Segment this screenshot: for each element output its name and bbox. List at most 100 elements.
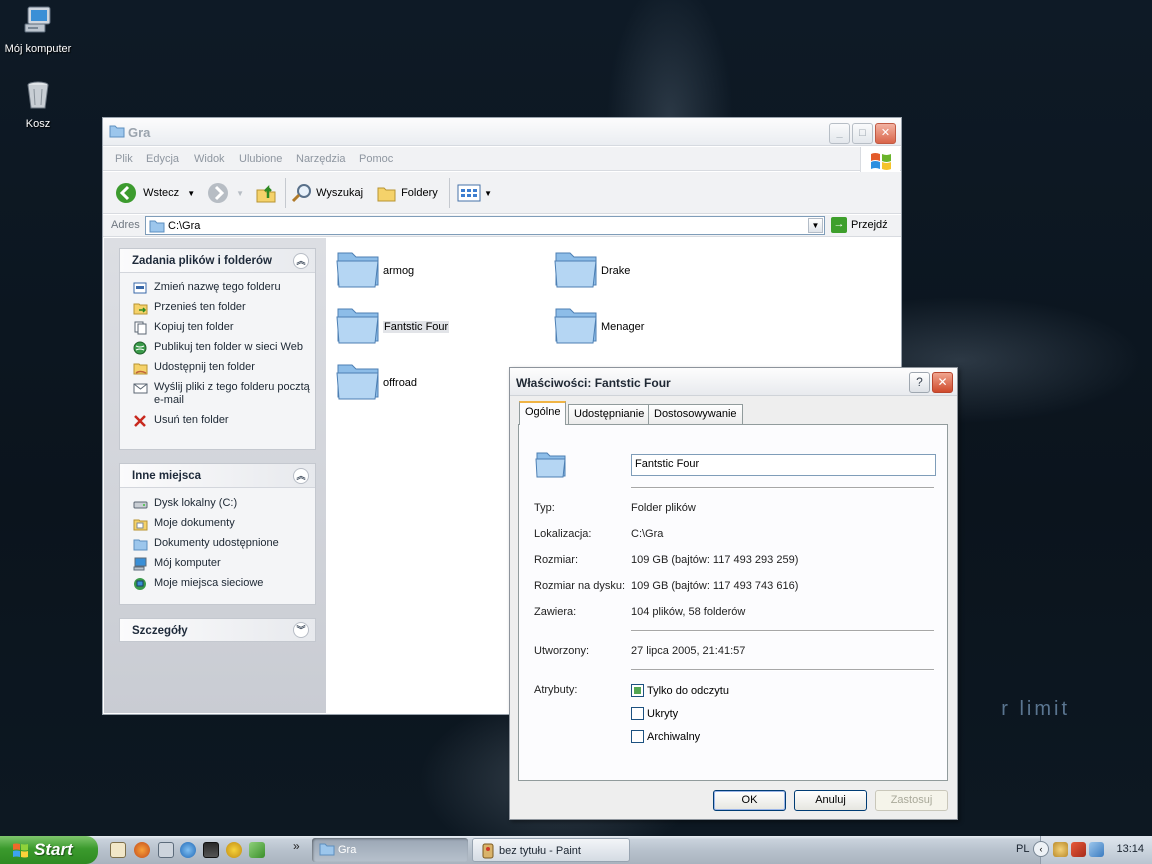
desktop-icon-my-computer[interactable]: Mój komputer [0,4,78,55]
folders-button[interactable]: Foldery [376,183,438,203]
show-hidden-icons-button[interactable]: ‹ [1033,841,1049,857]
menu-favorites[interactable]: Ulubione [239,153,282,165]
task-email-files[interactable]: Wyślij pliki z tego folderu pocztą e-mai… [120,381,315,407]
attributes-label: Atrybuty: [534,684,578,696]
taskbar-item-paint[interactable]: bez tytułu - Paint [472,838,630,862]
place-local-disk[interactable]: Dysk lokalny (C:) [120,497,315,510]
created-label: Utworzony: [534,645,590,657]
search-button[interactable]: Wyszukaj [291,183,363,203]
firefox-icon[interactable] [134,842,150,858]
tray-network-icon[interactable] [1089,842,1104,857]
views-button[interactable]: ▼ [457,183,492,203]
drive-icon [133,501,148,509]
hidden-checkbox[interactable] [631,707,644,720]
type-label: Typ: [534,502,555,514]
chevron-down-icon: ▼ [484,188,492,198]
close-button[interactable]: ✕ [875,123,896,144]
readonly-checkbox[interactable] [631,684,644,697]
folder-icon [133,539,148,551]
menu-tools[interactable]: Narzędzia [296,153,346,165]
collapse-icon[interactable]: ︽ [293,253,309,269]
hidden-label: Ukryty [647,708,679,720]
menu-file[interactable]: Plik [115,153,133,165]
place-my-documents[interactable]: Moje dokumenty [120,517,315,531]
tray-app-icon[interactable] [1053,842,1068,857]
quicklaunch-app-icon[interactable] [249,842,265,858]
rename-icon [133,282,147,294]
expand-icon[interactable]: ︾ [293,622,309,638]
other-places-header[interactable]: Inne miejsca ︽ [120,464,315,488]
forward-button[interactable]: ▼ [207,182,244,204]
folder-icon [319,843,335,856]
chevron-down-icon[interactable]: ▼ [187,189,195,198]
computer-icon [24,6,51,33]
created-value: 27 lipca 2005, 21:41:57 [631,645,746,657]
menu-edit[interactable]: Edycja [146,153,179,165]
desktop-icon-label: Kosz [25,118,51,130]
go-button[interactable]: → Przejdź [831,217,888,233]
taskbar-item-gra[interactable]: Gra [312,838,468,862]
task-share-folder[interactable]: Udostępnij ten folder [120,361,315,375]
apply-button[interactable]: Zastosuj [875,790,948,811]
calculator-icon[interactable] [158,842,174,858]
tab-sharing[interactable]: Udostępnianie [568,404,651,424]
properties-dialog: Właściwości: Fantstic Four ? ✕ Ogólne Ud… [509,367,958,820]
task-publish-web[interactable]: Publikuj ten folder w sieci Web [120,341,315,355]
collapse-icon[interactable]: ︽ [293,468,309,484]
general-tab-page: Fantstic Four Typ: Folder plików Lokaliz… [518,424,948,781]
minimize-button[interactable]: _ [829,123,850,144]
toolbar: Wstecz ▼ ▼ Wyszukaj Foldery ▼ [103,172,901,214]
other-places-panel: Inne miejsca ︽ Dysk lokalny (C:) Moje do… [119,463,316,605]
folder-icon [554,308,597,344]
task-rename-folder[interactable]: Zmień nazwę tego folderu [120,281,315,294]
file-tasks-header[interactable]: Zadania plików i folderów ︽ [120,249,315,273]
chevron-down-icon: ▼ [236,188,244,198]
language-indicator[interactable]: PL [1016,843,1029,855]
menu-help[interactable]: Pomoc [359,153,393,165]
menu-view[interactable]: Widok [194,153,225,165]
task-move-folder[interactable]: Przenieś ten folder [120,301,315,315]
chevron-right-icon[interactable]: » [293,839,300,853]
explorer-title: Gra [128,125,151,140]
internet-explorer-icon[interactable] [180,842,196,858]
contains-label: Zawiera: [534,606,577,618]
archive-checkbox[interactable] [631,730,644,743]
share-folder-icon [133,363,148,375]
details-header[interactable]: Szczegóły ︾ [120,619,315,641]
help-button[interactable]: ? [909,372,930,393]
winamp-icon[interactable] [226,842,242,858]
start-button[interactable]: Start [0,836,98,864]
clock[interactable]: 13:14 [1116,843,1144,855]
tab-general[interactable]: Ogólne [519,401,567,425]
address-dropdown-button[interactable]: ▼ [808,218,823,233]
recycle-bin-icon [27,81,49,109]
address-input[interactable]: C:\Gra ▼ [145,216,825,235]
computer-icon [133,557,147,571]
desktop-icon-recycle-bin[interactable]: Kosz [0,79,78,130]
media-player-icon[interactable] [203,842,219,858]
desktop-icon-label: Mój komputer [4,43,72,55]
folder-name-input[interactable]: Fantstic Four [631,454,936,476]
forward-arrow-icon [208,183,228,203]
place-shared-documents[interactable]: Dokumenty udostępnione [120,537,315,551]
back-button[interactable]: Wstecz ▼ [115,182,195,204]
place-my-computer[interactable]: Mój komputer [120,557,315,571]
task-copy-folder[interactable]: Kopiuj ten folder [120,321,315,335]
explorer-title-bar[interactable]: Gra _ □ ✕ [103,118,901,146]
network-icon [134,578,146,590]
task-delete-folder[interactable]: Usuń ten folder [120,414,315,427]
maximize-button[interactable]: □ [852,123,873,144]
search-icon [291,184,311,203]
up-folder-button[interactable] [255,182,277,207]
close-button[interactable]: ✕ [932,372,953,393]
tray-antivirus-icon[interactable] [1071,842,1086,857]
tab-customize[interactable]: Dostosowywanie [648,404,743,424]
properties-title-bar[interactable]: Właściwości: Fantstic Four ? ✕ [510,368,957,396]
notepad-icon[interactable] [110,842,126,858]
place-network[interactable]: Moje miejsca sieciowe [120,577,315,590]
folder-icon [554,252,597,288]
views-icon [457,184,481,202]
cancel-button[interactable]: Anuluj [794,790,867,811]
folder-icon [149,220,165,233]
ok-button[interactable]: OK [713,790,786,811]
